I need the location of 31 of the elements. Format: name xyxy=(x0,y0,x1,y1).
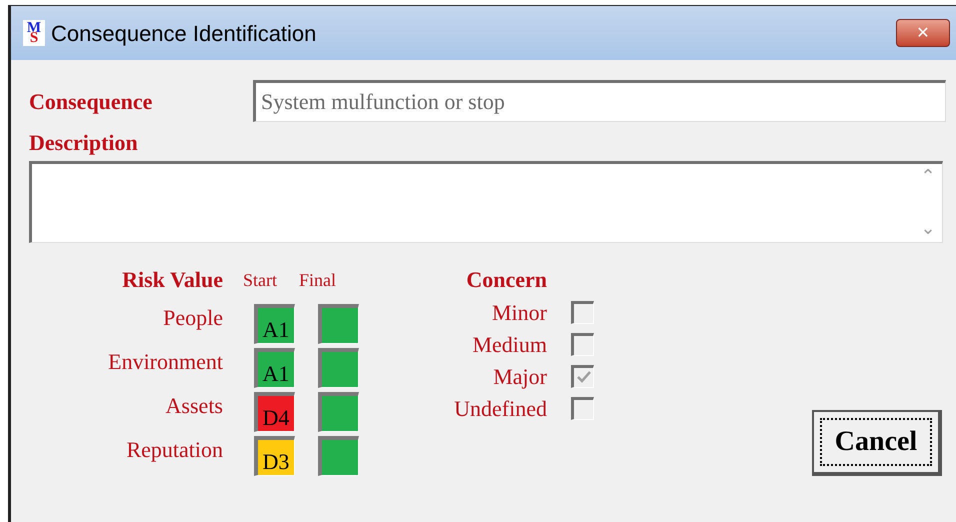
risk-level-cell: D3 xyxy=(254,436,295,476)
app-logo-icon: M S xyxy=(23,20,45,46)
field-label: Consequence xyxy=(29,88,154,116)
checkbox[interactable] xyxy=(571,332,594,356)
scroll-down-button[interactable]: ⌄ xyxy=(920,220,936,238)
consequence-field[interactable]: System mulfunction or stop xyxy=(253,80,946,122)
risk-category-label: Environment xyxy=(107,348,223,376)
checkbox-label: Undefined xyxy=(453,394,547,422)
checkbox-label: Minor xyxy=(491,298,547,326)
close-button[interactable]: ✕ xyxy=(896,19,950,47)
risk-category-label: Reputation xyxy=(125,436,223,464)
description-field[interactable]: ⌃ ⌄ xyxy=(29,161,943,243)
checkmark-icon xyxy=(576,371,590,383)
checkbox-label: Major xyxy=(492,362,547,391)
field-label: Description xyxy=(29,129,138,157)
checkbox-label: Medium xyxy=(471,330,547,358)
checkbox[interactable] xyxy=(571,364,594,388)
risk-level-cell: A1 xyxy=(254,304,295,344)
section-title: Concern xyxy=(465,266,547,294)
section-title: Risk Value xyxy=(121,266,223,294)
scroll-up-button[interactable]: ⌃ xyxy=(920,168,936,186)
risk-level-cell: D4 xyxy=(254,392,295,432)
risk-category-label: Assets xyxy=(164,392,223,420)
column-header: Start xyxy=(243,269,278,292)
checkbox[interactable] xyxy=(571,300,594,324)
column-header: Final xyxy=(299,269,338,292)
risk-level-cell: A1 xyxy=(254,348,295,388)
checkbox[interactable] xyxy=(571,396,594,420)
window-title: Consequence Identification xyxy=(51,20,316,48)
cancel-button[interactable]: Cancel xyxy=(812,410,942,476)
risk-category-label: People xyxy=(162,304,223,332)
